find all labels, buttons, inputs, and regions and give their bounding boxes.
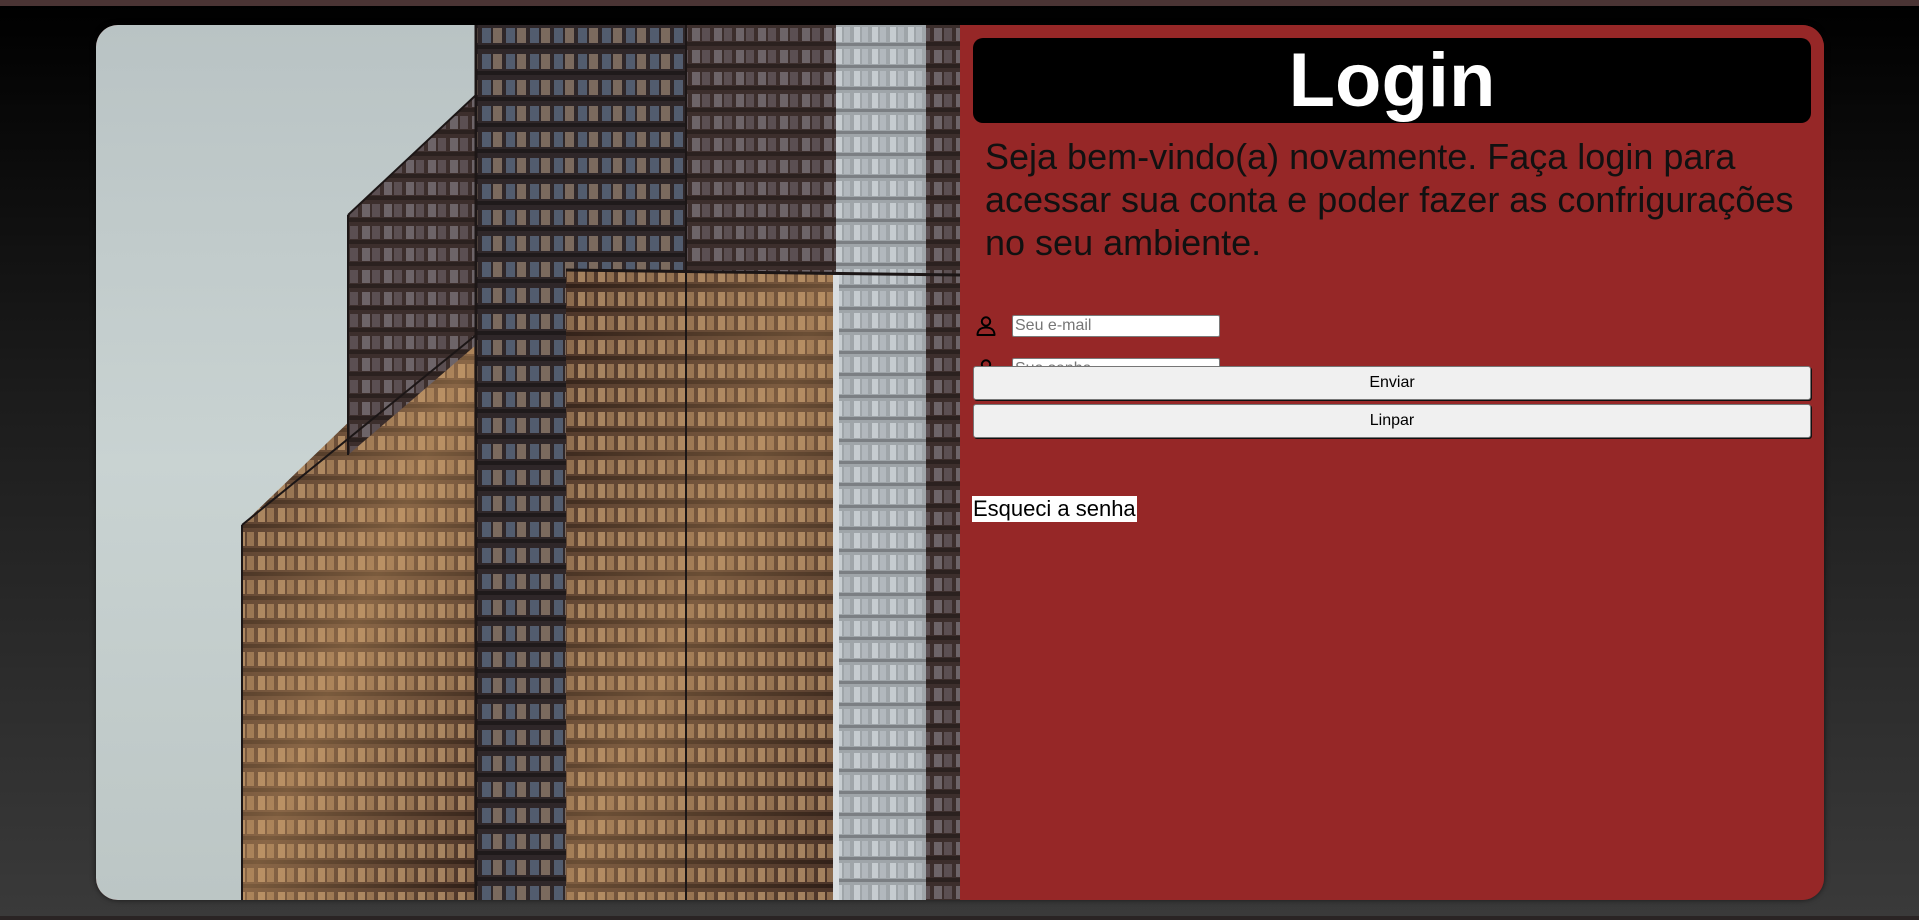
email-field[interactable] [1012, 315, 1220, 337]
welcome-message: Seja bem-vindo(a) novamente. Faça login … [985, 136, 1794, 263]
bottom-edge [0, 916, 1919, 920]
submit-button[interactable]: Enviar [973, 366, 1811, 400]
forgot-password-link[interactable]: Esqueci a senha [972, 496, 1137, 522]
title-bar: Login [973, 38, 1811, 123]
login-panel: Login Seja bem-vindo(a) novamente. Faça … [960, 25, 1824, 900]
building-illustration [241, 25, 960, 900]
email-row [974, 314, 1220, 338]
building-photo [96, 25, 960, 900]
top-edge [0, 0, 1919, 6]
user-icon [976, 316, 996, 336]
clear-button[interactable]: Linpar [973, 404, 1811, 438]
page-title: Login [1288, 37, 1496, 123]
login-card: Login Seja bem-vindo(a) novamente. Faça … [96, 25, 1824, 900]
